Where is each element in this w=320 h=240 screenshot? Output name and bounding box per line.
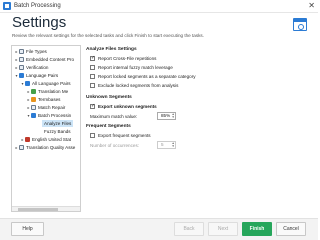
- flag-icon: [25, 137, 30, 142]
- tree-item-language-pairs[interactable]: ▾ Language Pairs: [14, 72, 58, 79]
- checkbox[interactable]: [90, 65, 95, 70]
- tree-item-label: Analyze Files: [44, 121, 72, 126]
- analyze-files-section-title: Analyze Files Settings: [86, 47, 137, 52]
- page-title: Settings: [12, 14, 67, 31]
- tree-item-label: Language Pairs: [26, 73, 59, 78]
- tree-item-label: Termbases: [38, 97, 61, 102]
- tree-item-label: Match Repair: [38, 105, 66, 110]
- occurrences-value: 5: [161, 142, 164, 147]
- option-export-unknown-segments[interactable]: Export unknown segments: [90, 103, 157, 110]
- settings-tree[interactable]: ▸ File Types ▸ Embedded Content Pro ▸ Ve…: [11, 45, 81, 212]
- occurrences-stepper[interactable]: 5 ▴ ▾: [157, 141, 176, 149]
- tree-item-all-language-pairs[interactable]: ▾ All Language Pairs: [20, 80, 71, 87]
- tree-item-termbases[interactable]: ▸ Termbases: [26, 96, 60, 103]
- tree-item-label: Embedded Content Pro: [26, 57, 75, 62]
- batch-processing-icon: [31, 113, 36, 118]
- max-match-label: Maximum match value:: [90, 114, 138, 119]
- tree-item-label: Fuzzy Bands: [44, 129, 71, 134]
- stepper-arrows-icon[interactable]: ▴ ▾: [172, 141, 174, 148]
- frequent-segments-section-title: Frequent Segments: [86, 124, 131, 129]
- tree-item-label: File Types: [26, 49, 47, 54]
- option-label: Report locked segments as a separate cat…: [98, 74, 196, 79]
- tree-item-label: All Language Pairs: [32, 81, 71, 86]
- language-pairs-icon: [19, 73, 24, 78]
- help-button[interactable]: Help: [11, 222, 44, 236]
- max-match-unit: %: [166, 113, 171, 118]
- option-label: Report internal fuzzy match leverage: [98, 65, 173, 70]
- embedded-content-icon: [19, 57, 24, 62]
- checkbox[interactable]: [90, 103, 95, 110]
- tree-item-label: Verification: [26, 65, 49, 70]
- tree-item-label: English United Stat: [32, 137, 72, 142]
- tree-item-label: Translation Me: [38, 89, 69, 94]
- termbases-icon: [31, 97, 36, 102]
- tree-item-label: Translation Quality Asse: [26, 145, 76, 150]
- all-language-pairs-icon: [25, 81, 30, 86]
- verification-icon: [19, 65, 24, 70]
- tree-item-english-united-states[interactable]: ▸ English United Stat: [20, 136, 71, 143]
- tree-item-match-repair[interactable]: ▸ Match Repair: [26, 104, 65, 111]
- unknown-segments-section-title: Unknown Segments: [86, 95, 132, 100]
- tree-item-label: Batch Processin: [38, 113, 72, 118]
- option-label: Exclude locked segments from analysis: [98, 83, 179, 88]
- back-button[interactable]: Back: [174, 222, 204, 236]
- option-exclude-locked-segments[interactable]: Exclude locked segments from analysis: [90, 83, 178, 88]
- translation-memory-icon: [31, 89, 36, 94]
- app-icon: [3, 2, 11, 10]
- checkbox[interactable]: [90, 74, 95, 79]
- option-label: Export unknown segments: [98, 104, 157, 109]
- option-internal-fuzzy-leverage[interactable]: Report internal fuzzy match leverage: [90, 65, 173, 70]
- option-export-frequent-segments[interactable]: Export frequent segments: [90, 133, 151, 138]
- next-button[interactable]: Next: [208, 222, 238, 236]
- checkbox[interactable]: [90, 55, 95, 62]
- tree-item-embedded-content[interactable]: ▸ Embedded Content Pro: [14, 56, 74, 63]
- window-title: Batch Processing: [14, 3, 61, 9]
- tree-item-batch-processing[interactable]: ▾ Batch Processin: [26, 112, 71, 119]
- close-button[interactable]: ✕: [308, 0, 315, 12]
- title-bar: Batch Processing ✕: [0, 0, 318, 13]
- option-label: Report Cross-File repetitions: [98, 56, 157, 61]
- settings-window-icon: [293, 18, 307, 31]
- tree-item-translation-memory[interactable]: ▸ Translation Me: [26, 88, 68, 95]
- page-subtitle: Review the relevant settings for the sel…: [12, 33, 205, 38]
- tree-item-fuzzy-bands[interactable]: Fuzzy Bands: [44, 128, 71, 135]
- finish-button[interactable]: Finish: [242, 222, 272, 236]
- tree-item-file-types[interactable]: ▸ File Types: [14, 48, 47, 55]
- checkbox[interactable]: [90, 133, 95, 138]
- option-cross-file-repetitions[interactable]: Report Cross-File repetitions: [90, 55, 157, 62]
- horizontal-scrollbar[interactable]: [12, 206, 80, 211]
- occurrences-label: Number of occurrences:: [90, 143, 140, 148]
- tree-item-analyze-files[interactable]: Analyze Files: [42, 120, 74, 127]
- match-repair-icon: [31, 105, 36, 110]
- file-types-icon: [19, 49, 24, 54]
- max-match-stepper[interactable]: 85% ▴ ▾: [157, 112, 176, 120]
- tree-item-verification[interactable]: ▸ Verification: [14, 64, 48, 71]
- option-locked-separate-category[interactable]: Report locked segments as a separate cat…: [90, 74, 196, 79]
- translation-quality-icon: [19, 145, 24, 150]
- tree-item-translation-quality[interactable]: ▸ Translation Quality Asse: [14, 144, 75, 151]
- stepper-arrows-icon[interactable]: ▴ ▾: [172, 112, 174, 119]
- checkbox[interactable]: [90, 83, 95, 88]
- option-label: Export frequent segments: [98, 133, 151, 138]
- cancel-button[interactable]: Cancel: [276, 222, 306, 236]
